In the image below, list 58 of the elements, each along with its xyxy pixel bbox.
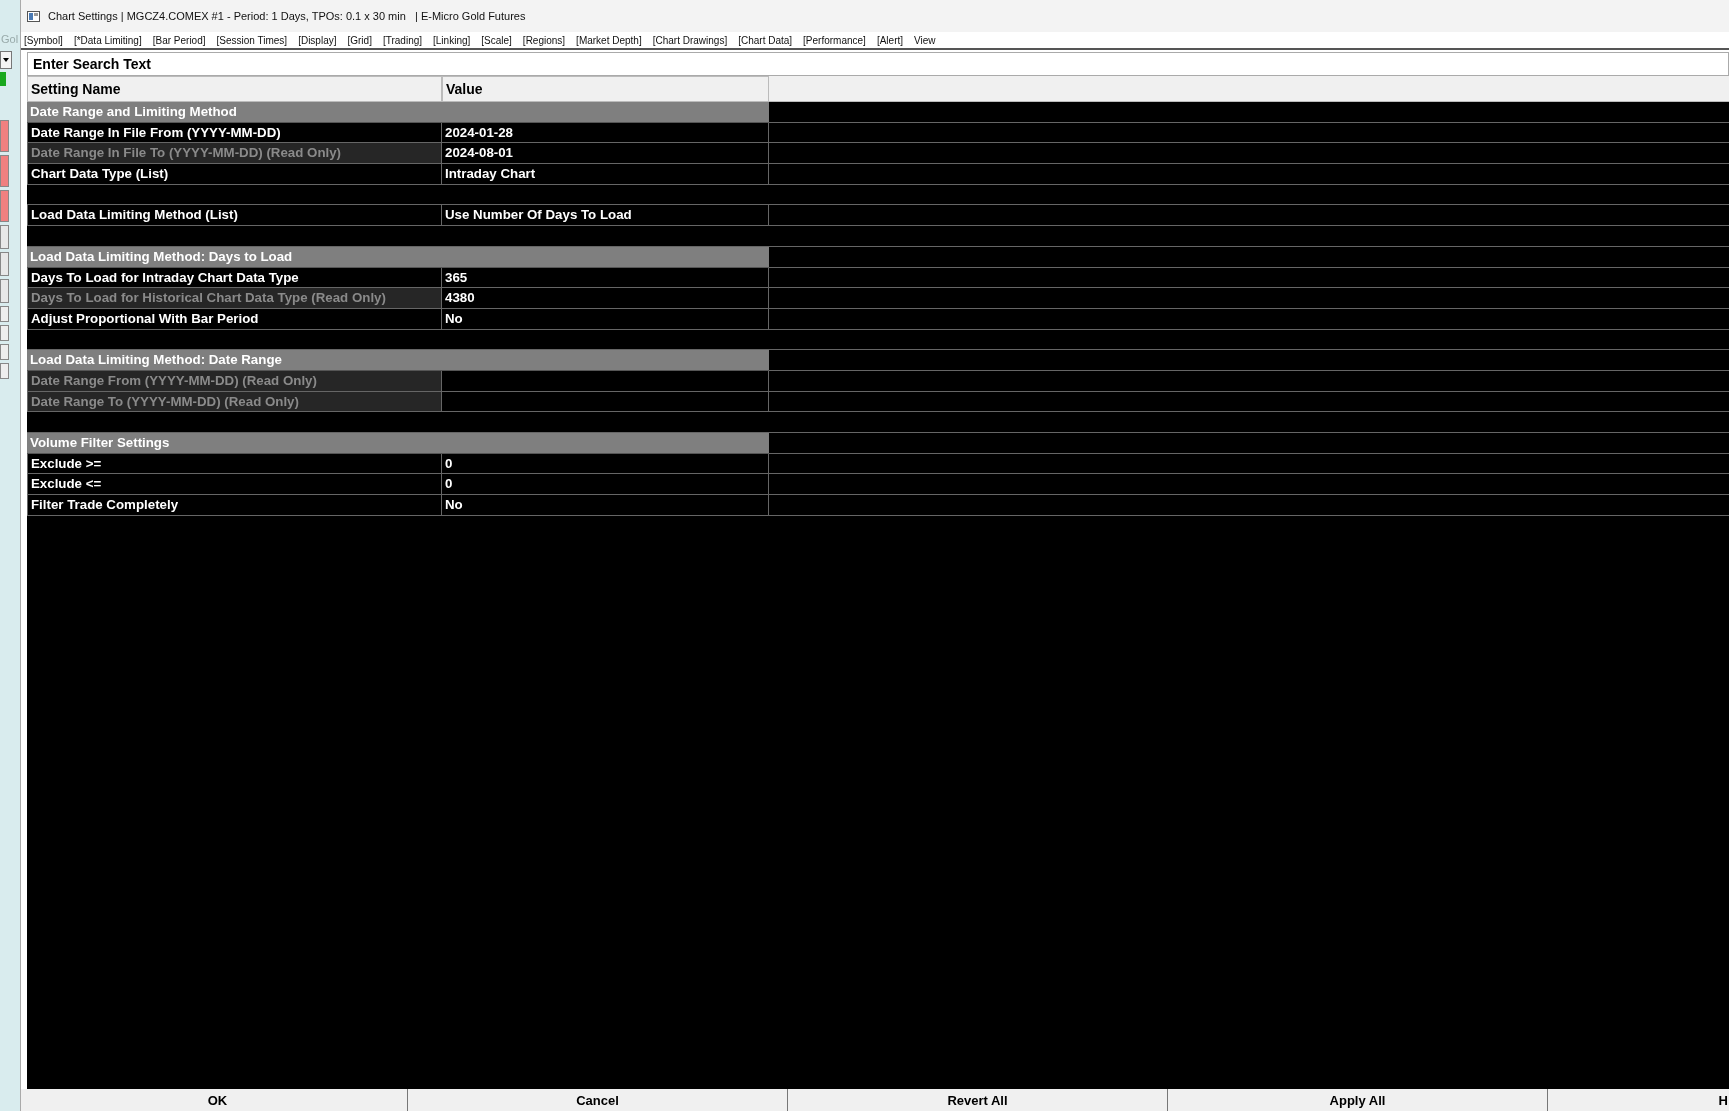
toolbar-button[interactable] bbox=[0, 225, 9, 249]
toolbar-button[interactable] bbox=[0, 252, 9, 276]
setting-value[interactable]: 2024-08-01 bbox=[442, 143, 769, 165]
setting-value[interactable]: Use Number Of Days To Load bbox=[442, 205, 769, 227]
toolbar-button[interactable] bbox=[0, 306, 9, 322]
caret-icon bbox=[3, 58, 9, 62]
settings-tab[interactable]: [Trading] bbox=[382, 34, 423, 46]
settings-tab[interactable]: [Alert] bbox=[876, 34, 904, 46]
settings-tab[interactable]: [Market Depth] bbox=[576, 34, 642, 46]
settings-tab[interactable]: [Chart Data] bbox=[738, 34, 793, 46]
setting-value[interactable]: 2024-01-28 bbox=[442, 122, 769, 144]
dropdown[interactable] bbox=[0, 51, 12, 69]
setting-value[interactable]: No bbox=[442, 495, 769, 516]
column-header[interactable]: Setting Name bbox=[27, 76, 442, 102]
window-icon bbox=[27, 10, 40, 22]
settings-tab[interactable]: [Symbol] bbox=[24, 34, 63, 46]
setting-name[interactable]: Days To Load for Intraday Chart Data Type bbox=[27, 267, 442, 289]
setting-name[interactable]: Adjust Proportional With Bar Period bbox=[27, 308, 442, 330]
status-block bbox=[0, 72, 6, 86]
setting-name[interactable]: Exclude <= bbox=[27, 474, 442, 496]
setting-name[interactable]: Load Data Limiting Method (List) bbox=[27, 205, 442, 227]
setting-name[interactable]: Days To Load for Historical Chart Data Type (Read Only) bbox=[27, 288, 442, 309]
setting-name[interactable]: Filter Trade Completely bbox=[27, 495, 442, 516]
section-header: Volume Filter Settings bbox=[27, 433, 769, 454]
settings-tab[interactable]: [Session Times] bbox=[216, 34, 288, 46]
settings-tab[interactable]: [Regions] bbox=[522, 34, 566, 46]
settings-tab[interactable]: [Grid] bbox=[347, 34, 372, 46]
toolbar-button[interactable] bbox=[0, 363, 9, 379]
setting-name[interactable]: Date Range In File From (YYYY-MM-DD) bbox=[27, 122, 442, 144]
setting-value[interactable]: 0 bbox=[442, 474, 769, 496]
settings-tab[interactable]: View bbox=[914, 34, 936, 46]
toolbar-button[interactable] bbox=[0, 344, 9, 360]
section-header: Load Data Limiting Method: Date Range bbox=[27, 350, 769, 371]
setting-name[interactable]: Date Range In File To (YYYY-MM-DD) (Read Only) bbox=[27, 143, 442, 165]
setting-value[interactable]: Intraday Chart bbox=[442, 164, 769, 185]
settings-tab[interactable]: [*Data Limiting] bbox=[73, 34, 142, 46]
setting-value[interactable]: 365 bbox=[442, 267, 769, 289]
setting-value[interactable]: 4380 bbox=[442, 288, 769, 309]
column-header[interactable]: Value bbox=[442, 76, 769, 102]
settings-tab[interactable]: [Scale] bbox=[481, 34, 512, 46]
window-title: Chart Settings | MGCZ4.COMEX #1 - Period: 1 Days, TPOs: 0.1 x 30 min | E-Micro Gold Futures bbox=[48, 10, 526, 22]
settings-tab[interactable]: [Display] bbox=[298, 34, 337, 46]
setting-name[interactable]: Chart Data Type (List) bbox=[27, 164, 442, 185]
settings-tab[interactable]: [Linking] bbox=[433, 34, 471, 46]
settings-tab[interactable]: [Chart Drawings] bbox=[652, 34, 728, 46]
setting-name[interactable]: Date Range To (YYYY-MM-DD) (Read Only) bbox=[27, 391, 442, 413]
setting-value[interactable]: No bbox=[442, 308, 769, 330]
window-label: Gol bbox=[0, 32, 19, 47]
settings-tab[interactable]: [Performance] bbox=[803, 34, 866, 46]
setting-value[interactable]: 0 bbox=[442, 453, 769, 475]
toolbar-button[interactable] bbox=[0, 325, 9, 341]
section-header: Date Range and Limiting Method bbox=[27, 102, 769, 123]
toolbar-button[interactable] bbox=[0, 279, 9, 303]
settings-tab[interactable]: [Bar Period] bbox=[152, 34, 206, 46]
section-header: Load Data Limiting Method: Days to Load bbox=[27, 246, 769, 268]
setting-name[interactable]: Date Range From (YYYY-MM-DD) (Read Only) bbox=[27, 370, 442, 392]
setting-name[interactable]: Exclude >= bbox=[27, 453, 442, 475]
search-field[interactable]: Enter Search Text bbox=[27, 52, 1729, 76]
